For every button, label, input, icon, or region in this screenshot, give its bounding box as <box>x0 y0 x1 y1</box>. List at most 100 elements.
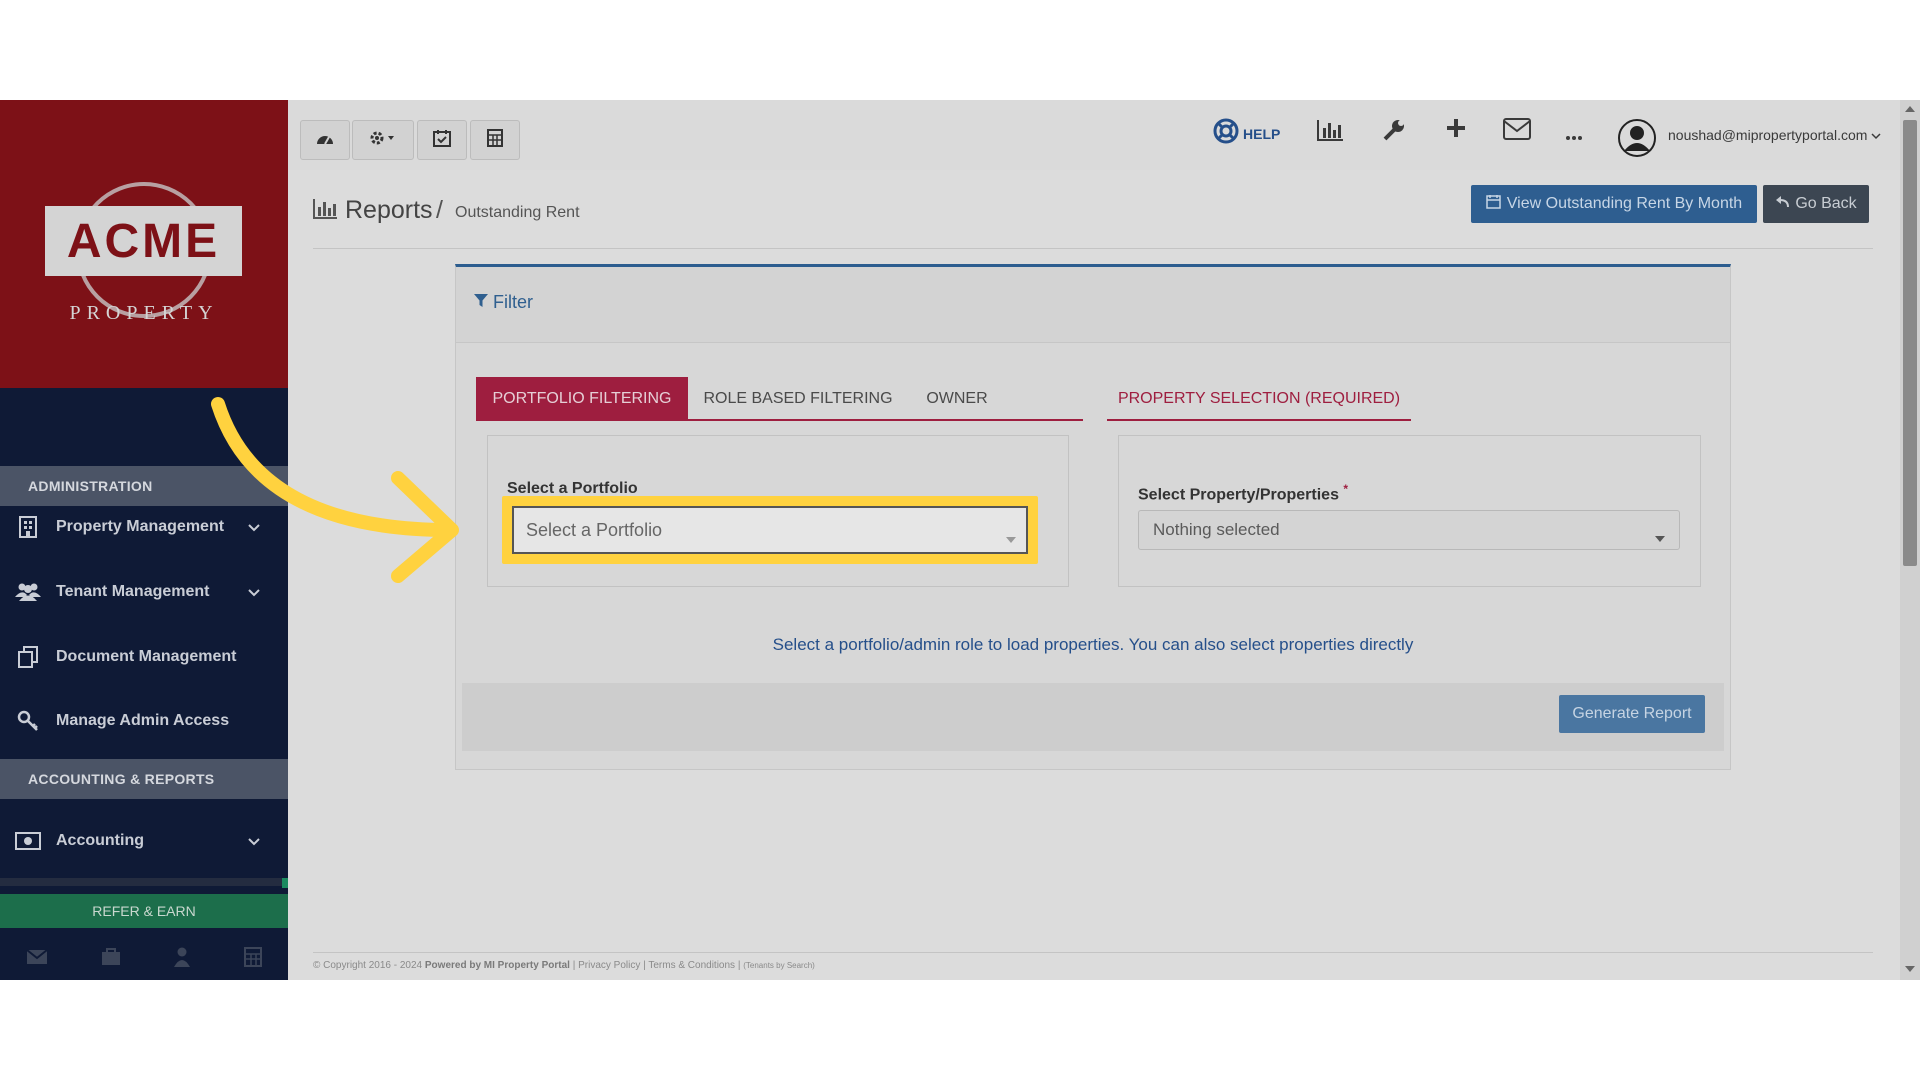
dashboard-icon <box>315 130 335 151</box>
messages-button[interactable] <box>1503 118 1531 145</box>
breadcrumb-current: Outstanding Rent <box>455 204 580 221</box>
logo-area[interactable]: ACME PROPERTY <box>0 100 288 388</box>
scroll-up-arrow[interactable] <box>1905 106 1915 112</box>
sidebar-item-label: Document Management <box>56 648 237 665</box>
lifebuoy-icon <box>1213 118 1239 149</box>
caret-down-icon <box>1655 527 1665 547</box>
scroll-thumb[interactable] <box>1903 120 1917 566</box>
property-select-value: Nothing selected <box>1153 520 1280 539</box>
footer-separator: | <box>643 960 646 971</box>
privacy-policy-link[interactable]: Privacy Policy <box>578 960 640 971</box>
tools-button[interactable] <box>1382 118 1406 147</box>
chevron-down-icon <box>248 833 260 851</box>
plus-icon <box>1446 118 1466 143</box>
avatar-icon <box>1618 119 1656 162</box>
generate-report-button[interactable]: Generate Report <box>1559 695 1705 733</box>
sidebar-scroll-indicator <box>282 878 288 888</box>
calculator-icon <box>487 128 503 152</box>
user-icon[interactable] <box>173 947 191 972</box>
sidebar-item-accounting[interactable]: Accounting <box>0 817 288 865</box>
property-label: Select Property/Properties * <box>1138 482 1348 504</box>
copyright-text: © Copyright 2016 - 2024 <box>313 960 423 971</box>
page-footer: © Copyright 2016 - 2024 Powered by MI Pr… <box>313 960 815 971</box>
calculator-icon[interactable] <box>243 946 262 972</box>
briefcase-icon[interactable] <box>101 947 121 971</box>
property-tab-underline <box>1107 419 1411 421</box>
bar-chart-icon <box>312 198 338 225</box>
sidebar-item-label: Property Management <box>56 518 225 535</box>
sidebar-item-document-management[interactable]: Document Management <box>0 633 288 681</box>
logo-subtext: PROPERTY <box>69 302 219 324</box>
footer-separator: | <box>572 960 576 971</box>
reports-chart-button[interactable] <box>1316 118 1344 147</box>
key-icon <box>0 710 56 732</box>
top-toolbar: HELP noushad@mipropertyportal.com <box>288 100 1900 170</box>
filter-panel-footer <box>462 683 1724 751</box>
powered-by-link[interactable]: Powered by MI Property Portal <box>425 960 570 971</box>
dashboard-button[interactable] <box>300 120 350 160</box>
add-button[interactable] <box>1446 118 1466 143</box>
portfolio-select[interactable]: Select a Portfolio <box>512 506 1028 554</box>
more-button[interactable] <box>1565 128 1583 146</box>
tab-property-selection[interactable]: PROPERTY SELECTION (REQUIRED) <box>1107 379 1411 419</box>
page-title: Reports <box>345 196 433 224</box>
property-subpanel: Select Property/Properties * Nothing sel… <box>1118 435 1701 587</box>
user-menu[interactable]: noushad@mipropertyportal.com <box>1668 127 1881 143</box>
breadcrumb-separator: / <box>436 196 443 224</box>
refer-earn-button[interactable]: REFER & EARN <box>0 894 288 928</box>
required-mark: * <box>1343 482 1349 496</box>
tenants-link[interactable]: (Tenants by Search) <box>743 961 815 970</box>
calendar-icon <box>1486 194 1501 214</box>
money-icon <box>0 832 56 850</box>
footer-divider <box>313 952 1873 953</box>
logo-text: ACME <box>66 214 221 268</box>
sidebar-section-accounting-reports: ACCOUNTING & REPORTS <box>0 759 288 799</box>
view-outstanding-rent-by-month-button[interactable]: View Outstanding Rent By Month <box>1471 185 1757 223</box>
tab-owner[interactable]: OWNER <box>908 377 1006 421</box>
filter-panel-header: Filter <box>456 267 1730 343</box>
settings-icon <box>369 130 397 151</box>
reply-icon <box>1775 195 1790 213</box>
pointer-arrow <box>211 397 459 583</box>
property-select[interactable]: Nothing selected <box>1138 510 1680 550</box>
calendar-button[interactable] <box>417 120 467 160</box>
mail-icon[interactable] <box>26 948 48 970</box>
caret-down-icon <box>1006 527 1016 548</box>
calculator-button[interactable] <box>470 120 520 160</box>
filter-title-text: Filter <box>493 292 534 312</box>
app-window: ACME PROPERTY ADMINISTRATION Property Ma… <box>0 100 1920 980</box>
footer-separator: | <box>737 960 741 971</box>
page-scrollbar[interactable] <box>1900 100 1920 980</box>
chevron-down-icon <box>1871 127 1881 143</box>
chart-icon <box>1316 118 1344 147</box>
go-back-label: Go Back <box>1795 195 1857 212</box>
more-icon <box>1565 128 1583 146</box>
user-email: noushad@mipropertyportal.com <box>1668 127 1868 143</box>
go-back-button[interactable]: Go Back <box>1763 185 1869 223</box>
view-by-month-label: View Outstanding Rent By Month <box>1506 195 1743 212</box>
portfolio-select-placeholder: Select a Portfolio <box>526 519 663 540</box>
header-divider <box>313 248 1873 249</box>
property-label-text: Select Property/Properties <box>1138 486 1339 504</box>
sidebar-item-label: Manage Admin Access <box>56 712 230 729</box>
users-icon <box>0 582 56 602</box>
tab-role-based-filtering[interactable]: ROLE BASED FILTERING <box>688 377 908 421</box>
calendar-icon <box>433 129 451 152</box>
tab-portfolio-filtering[interactable]: PORTFOLIO FILTERING <box>476 377 688 421</box>
sidebar-item-label: Tenant Management <box>56 583 210 600</box>
logo: ACME <box>45 206 242 276</box>
documents-icon <box>0 646 56 668</box>
sidebar-item-manage-admin-access[interactable]: Manage Admin Access <box>0 697 288 745</box>
wrench-icon <box>1382 118 1406 147</box>
filter-hint: Select a portfolio/admin role to load pr… <box>772 635 1414 654</box>
help-button[interactable]: HELP <box>1213 118 1280 149</box>
tabs-underline <box>476 419 1083 421</box>
user-avatar[interactable] <box>1618 119 1656 162</box>
help-label: HELP <box>1243 125 1281 142</box>
sidebar-item-label: Accounting <box>56 832 144 849</box>
settings-dropdown-button[interactable] <box>352 120 414 160</box>
sidebar-bottom-toolbar <box>0 938 288 980</box>
scroll-down-arrow[interactable] <box>1905 966 1915 972</box>
terms-link[interactable]: Terms & Conditions <box>648 960 735 971</box>
building-icon <box>0 516 56 538</box>
